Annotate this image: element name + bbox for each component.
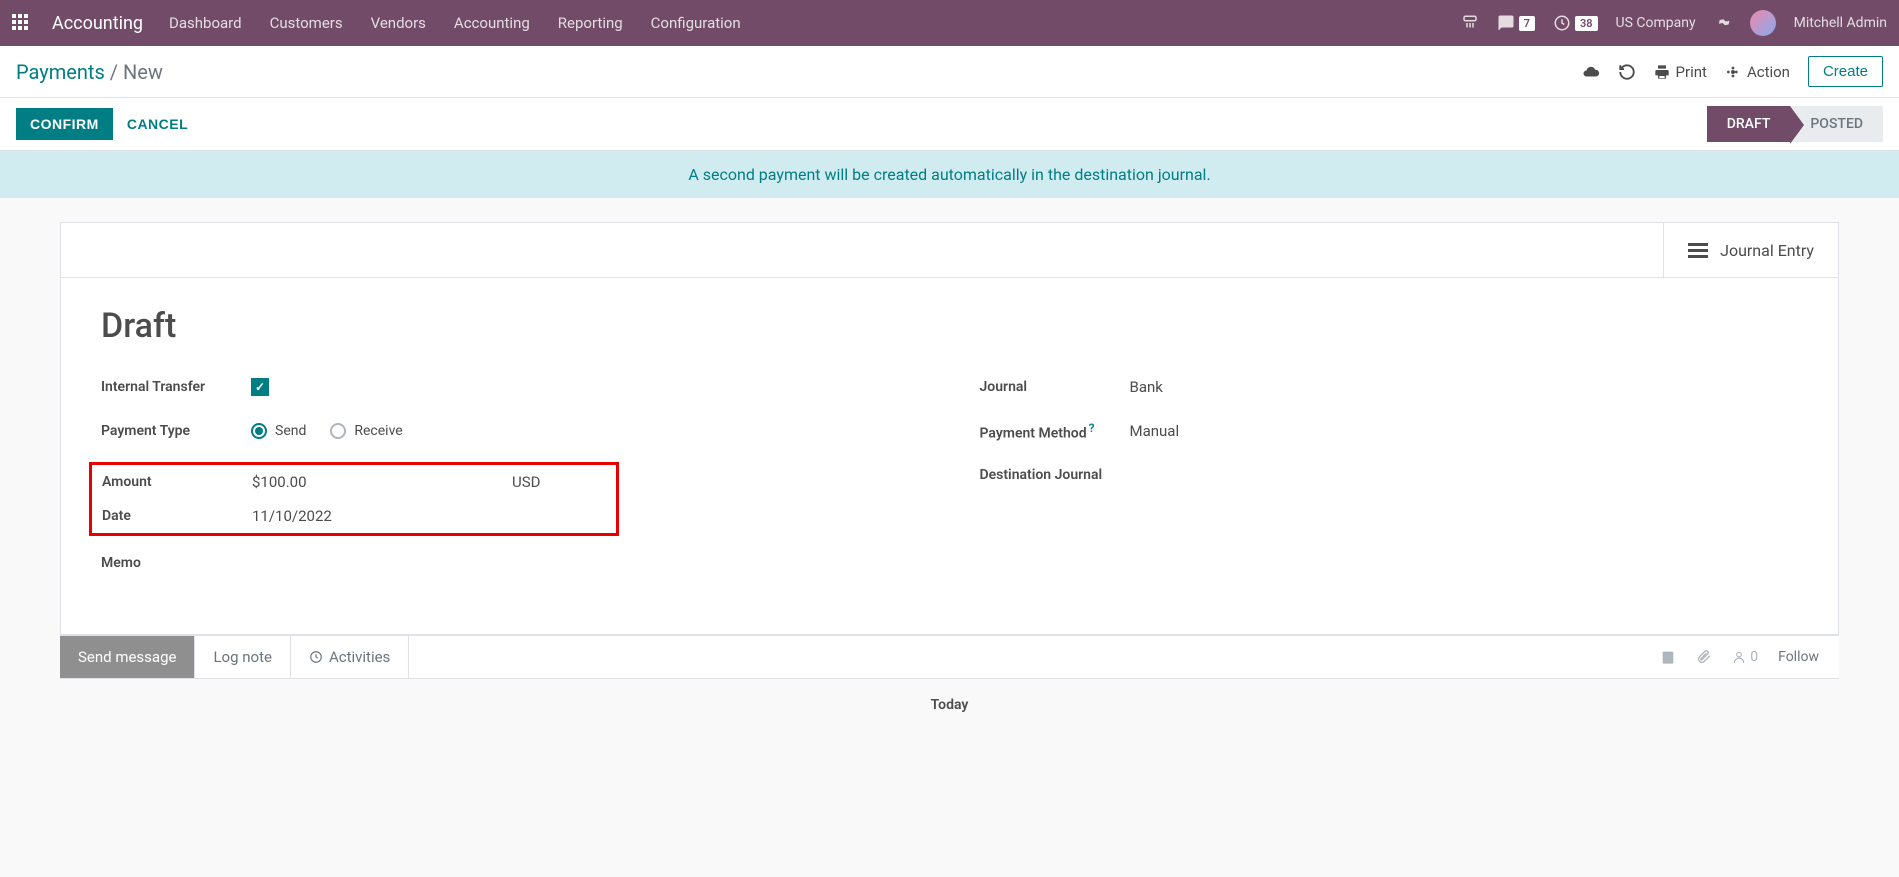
action-button[interactable]: Action (1725, 63, 1790, 81)
messages-icon[interactable]: 7 (1497, 14, 1535, 32)
help-icon[interactable]: ? (1089, 421, 1095, 435)
nav-customers[interactable]: Customers (270, 14, 343, 32)
value-currency[interactable]: USD (512, 473, 540, 491)
follow-button[interactable]: Follow (1778, 649, 1819, 665)
apps-icon[interactable] (12, 14, 30, 32)
highlighted-fields: Amount $100.00 USD Date 11/10/2022 (89, 462, 619, 536)
navbar: Accounting Dashboard Customers Vendors A… (0, 0, 1899, 46)
breadcrumb: Payments / New (16, 60, 163, 84)
label-date: Date (102, 508, 252, 524)
radio-send[interactable]: Send (251, 423, 306, 439)
value-journal[interactable]: Bank (1130, 378, 1163, 396)
username[interactable]: Mitchell Admin (1794, 15, 1887, 31)
company-switcher[interactable]: US Company (1616, 15, 1696, 31)
discard-icon[interactable] (1618, 63, 1636, 81)
breadcrumb-parent[interactable]: Payments (16, 60, 105, 84)
label-internal-transfer: Internal Transfer (101, 379, 251, 395)
send-message-tab[interactable]: Send message (60, 636, 195, 678)
chatter-today: Today (60, 679, 1839, 731)
record-title: Draft (101, 306, 1798, 346)
label-destination-journal: Destination Journal (980, 467, 1130, 483)
nav-vendors[interactable]: Vendors (371, 14, 426, 32)
print-button[interactable]: Print (1654, 63, 1707, 81)
statusbar: CONFIRM CANCEL DRAFT POSTED (0, 98, 1899, 151)
cancel-button[interactable]: CANCEL (113, 108, 202, 140)
value-date[interactable]: 11/10/2022 (252, 507, 332, 525)
status-steps: DRAFT POSTED (1707, 106, 1883, 142)
label-payment-method: Payment Method? (980, 421, 1130, 442)
checkbox-internal-transfer[interactable] (251, 378, 269, 396)
app-brand[interactable]: Accounting (52, 13, 143, 34)
control-panel: Payments / New Print Action Create (0, 46, 1899, 98)
attachment-icon[interactable] (1696, 649, 1712, 665)
activities-badge: 38 (1575, 16, 1598, 31)
cloud-icon[interactable] (1582, 63, 1600, 81)
journal-entry-button[interactable]: Journal Entry (1663, 223, 1838, 277)
book-icon[interactable] (1660, 649, 1676, 665)
activities-tab[interactable]: Activities (291, 636, 409, 678)
nav-menu: Dashboard Customers Vendors Accounting R… (169, 14, 741, 32)
radio-receive[interactable]: Receive (330, 423, 402, 439)
label-memo: Memo (101, 555, 251, 571)
nav-configuration[interactable]: Configuration (651, 14, 741, 32)
list-icon (1688, 243, 1708, 258)
nav-dashboard[interactable]: Dashboard (169, 14, 242, 32)
create-button[interactable]: Create (1808, 56, 1883, 87)
avatar[interactable] (1750, 10, 1776, 36)
tools-icon[interactable] (1714, 14, 1732, 32)
label-amount: Amount (102, 474, 252, 490)
nav-reporting[interactable]: Reporting (558, 14, 623, 32)
messages-badge: 7 (1519, 16, 1535, 31)
breadcrumb-current: New (123, 60, 163, 84)
log-note-tab[interactable]: Log note (195, 636, 290, 678)
nav-accounting[interactable]: Accounting (454, 14, 530, 32)
followers-count[interactable]: 0 (1732, 649, 1758, 665)
label-journal: Journal (980, 379, 1130, 395)
form-sheet: Journal Entry Draft Internal Transfer Pa… (60, 222, 1839, 635)
value-payment-method[interactable]: Manual (1130, 422, 1180, 440)
chatter: Send message Log note Activities 0 Follo… (60, 635, 1839, 731)
value-amount[interactable]: $100.00 (252, 473, 512, 491)
label-payment-type: Payment Type (101, 423, 251, 439)
phone-icon[interactable] (1461, 14, 1479, 32)
status-draft[interactable]: DRAFT (1707, 106, 1791, 142)
activities-icon[interactable]: 38 (1553, 14, 1598, 32)
info-banner: A second payment will be created automat… (0, 151, 1899, 198)
confirm-button[interactable]: CONFIRM (16, 108, 113, 140)
